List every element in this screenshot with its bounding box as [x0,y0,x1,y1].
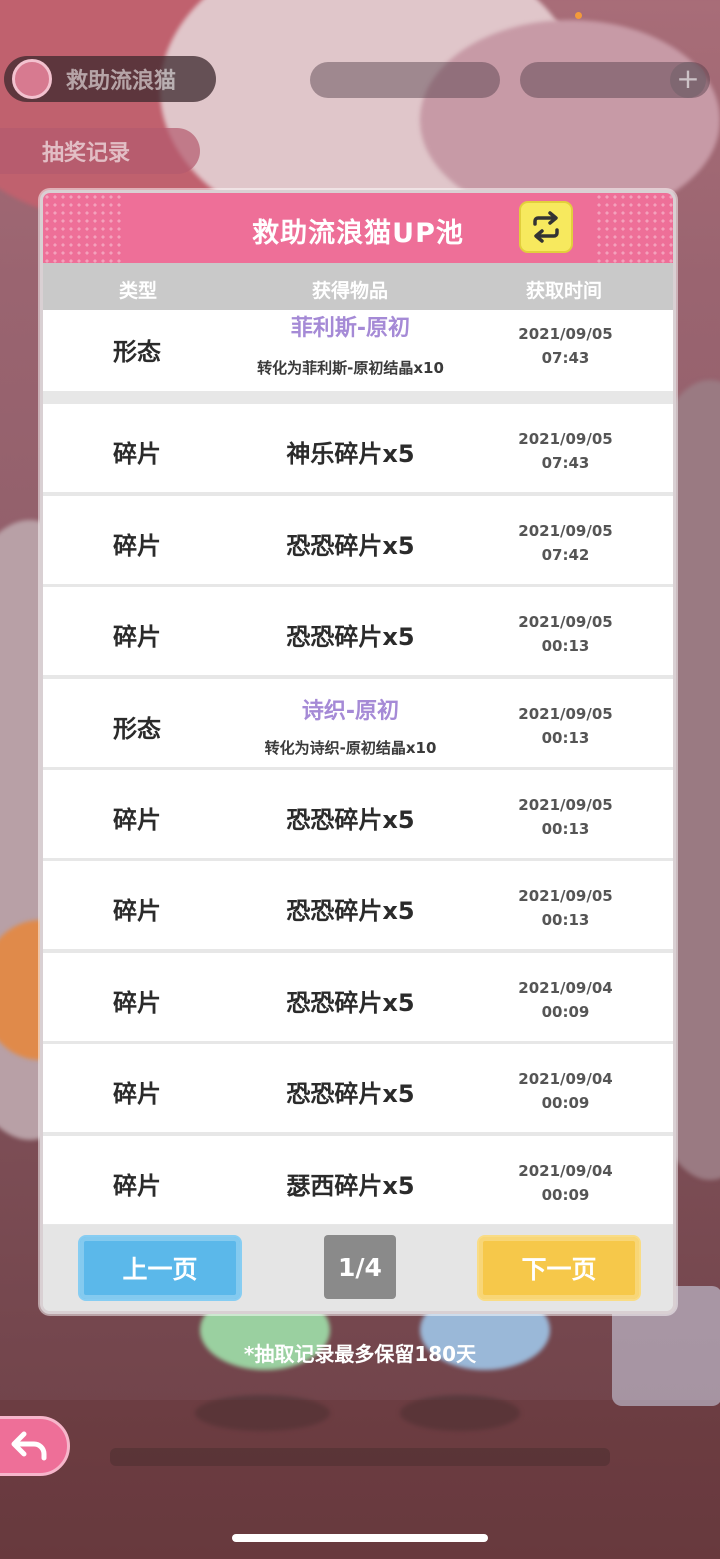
event-title-label: 救助流浪猫 [66,69,177,94]
row-datetime: 2021/09/05 00:13 [498,702,633,750]
table-row: 碎片 恐恐碎片x5 2021/09/04 00:09 [43,1044,673,1133]
row-item: 恐恐碎片x5 [286,897,415,926]
row-item: 恐恐碎片x5 [286,623,415,652]
row-date: 2021/09/04 [518,978,613,997]
row-datetime: 2021/09/05 07:43 [498,427,633,475]
row-conversion-note: 转化为菲利斯-原初结晶x10 [257,359,444,377]
row-datetime: 2021/09/04 00:09 [498,1159,633,1207]
event-title-pill: 救助流浪猫 [4,56,216,102]
table-row: 形态 诗织-原初转化为诗织-原初结晶x10 2021/09/05 00:13 [43,678,673,767]
row-type: 碎片 [113,897,161,926]
home-indicator[interactable] [232,1534,488,1542]
row-time: 00:09 [541,1094,590,1113]
row-type: 碎片 [113,623,161,652]
table-row: 碎片 恐恐碎片x5 2021/09/05 07:42 [43,495,673,584]
table-row: 碎片 神乐碎片x5 2021/09/05 07:43 [43,404,673,493]
row-datetime: 2021/09/05 00:13 [498,884,633,932]
modal-title: 救助流浪猫UP池 [252,218,464,249]
page-indicator: 1/4 [324,1235,396,1299]
row-item: 菲利斯-原初 [290,316,411,341]
draw-record-tab-label: 抽奖记录 [42,141,131,166]
row-time: 00:13 [541,911,590,930]
row-type: 碎片 [113,1171,161,1200]
pagination-bar: 上一页 1/4 下一页 [43,1225,673,1311]
row-date: 2021/09/05 [518,887,613,906]
row-item: 恐恐碎片x5 [286,806,415,834]
row-time: 00:13 [541,820,590,838]
row-type: 形态 [113,714,161,743]
table-row: 碎片 恐恐碎片x5 2021/09/04 00:09 [43,952,673,1041]
row-time: 00:09 [541,1185,590,1204]
row-datetime: 2021/09/05 00:13 [498,610,633,658]
column-item: 获得物品 [312,280,389,302]
retention-note: *抽取记录最多保留180天 [243,1342,477,1366]
blurred-footer-text [110,1448,610,1466]
table-header: 类型 获得物品 获取时间 [43,263,673,311]
row-item: 神乐碎片x5 [286,440,415,469]
row-item: 瑟西碎片x5 [286,1171,415,1200]
row-conversion-note: 转化为诗织-原初结晶x10 [264,738,437,757]
row-type: 碎片 [113,440,161,469]
switch-pool-button[interactable] [519,201,573,253]
modal-header: 救助流浪猫UP池 [43,193,673,263]
table-row: 碎片 瑟西碎片x5 2021/09/04 00:09 [43,1135,673,1224]
table-row: 碎片 恐恐碎片x5 2021/09/05 00:13 [43,770,673,858]
row-date: 2021/09/05 [518,613,613,632]
row-item: 恐恐碎片x5 [286,988,415,1017]
row-time: 07:42 [541,545,590,564]
table-row: 形态 菲利斯-原初转化为菲利斯-原初结晶x10 2021/09/05 07:43 [43,310,673,391]
swap-arrows-icon [533,211,559,243]
row-datetime: 2021/09/05 07:42 [498,519,633,567]
row-date: 2021/09/05 [518,796,613,814]
row-item: 恐恐碎片x5 [286,531,415,560]
row-item: 诗织-原初 [301,698,400,724]
row-datetime: 2021/09/05 07:43 [498,322,633,370]
event-avatar-icon [12,59,52,99]
row-date: 2021/09/04 [518,1161,613,1180]
row-item: 恐恐碎片x5 [286,1080,415,1109]
draw-record-tab: 抽奖记录 [0,128,200,174]
back-button[interactable] [0,1416,70,1476]
row-time: 00:13 [541,637,590,656]
row-date: 2021/09/05 [518,521,613,540]
next-page-button[interactable]: 下一页 [477,1235,641,1301]
currency-bar-1 [310,62,500,98]
back-arrow-icon [11,1431,47,1461]
row-datetime: 2021/09/05 00:13 [498,793,633,841]
row-datetime: 2021/09/04 00:09 [498,976,633,1024]
prev-page-button[interactable]: 上一页 [78,1235,242,1301]
draw-history-modal: 救助流浪猫UP池 类型 获得物品 获取时间 形态 菲利斯-原初转化为菲利斯-原初结… [40,190,676,1314]
row-time: 00:09 [541,1002,590,1021]
row-time: 07:43 [541,454,590,473]
row-date: 2021/09/05 [518,430,613,449]
row-time: 07:43 [541,349,590,367]
notification-dot [575,12,582,19]
row-type: 碎片 [113,806,161,834]
row-type: 碎片 [113,1080,161,1109]
row-datetime: 2021/09/04 00:09 [498,1067,633,1115]
row-type: 碎片 [113,531,161,560]
column-type: 类型 [119,280,158,302]
column-time: 获取时间 [526,280,603,302]
row-date: 2021/09/04 [518,1070,613,1089]
row-type: 碎片 [113,988,161,1017]
row-date: 2021/09/05 [518,325,613,343]
row-type: 形态 [113,338,161,366]
table-row: 碎片 恐恐碎片x5 2021/09/05 00:13 [43,587,673,676]
table-row: 碎片 恐恐碎片x5 2021/09/05 00:13 [43,861,673,950]
row-date: 2021/09/05 [518,704,613,723]
row-time: 00:13 [541,728,590,747]
add-currency-icon: + [670,62,706,98]
